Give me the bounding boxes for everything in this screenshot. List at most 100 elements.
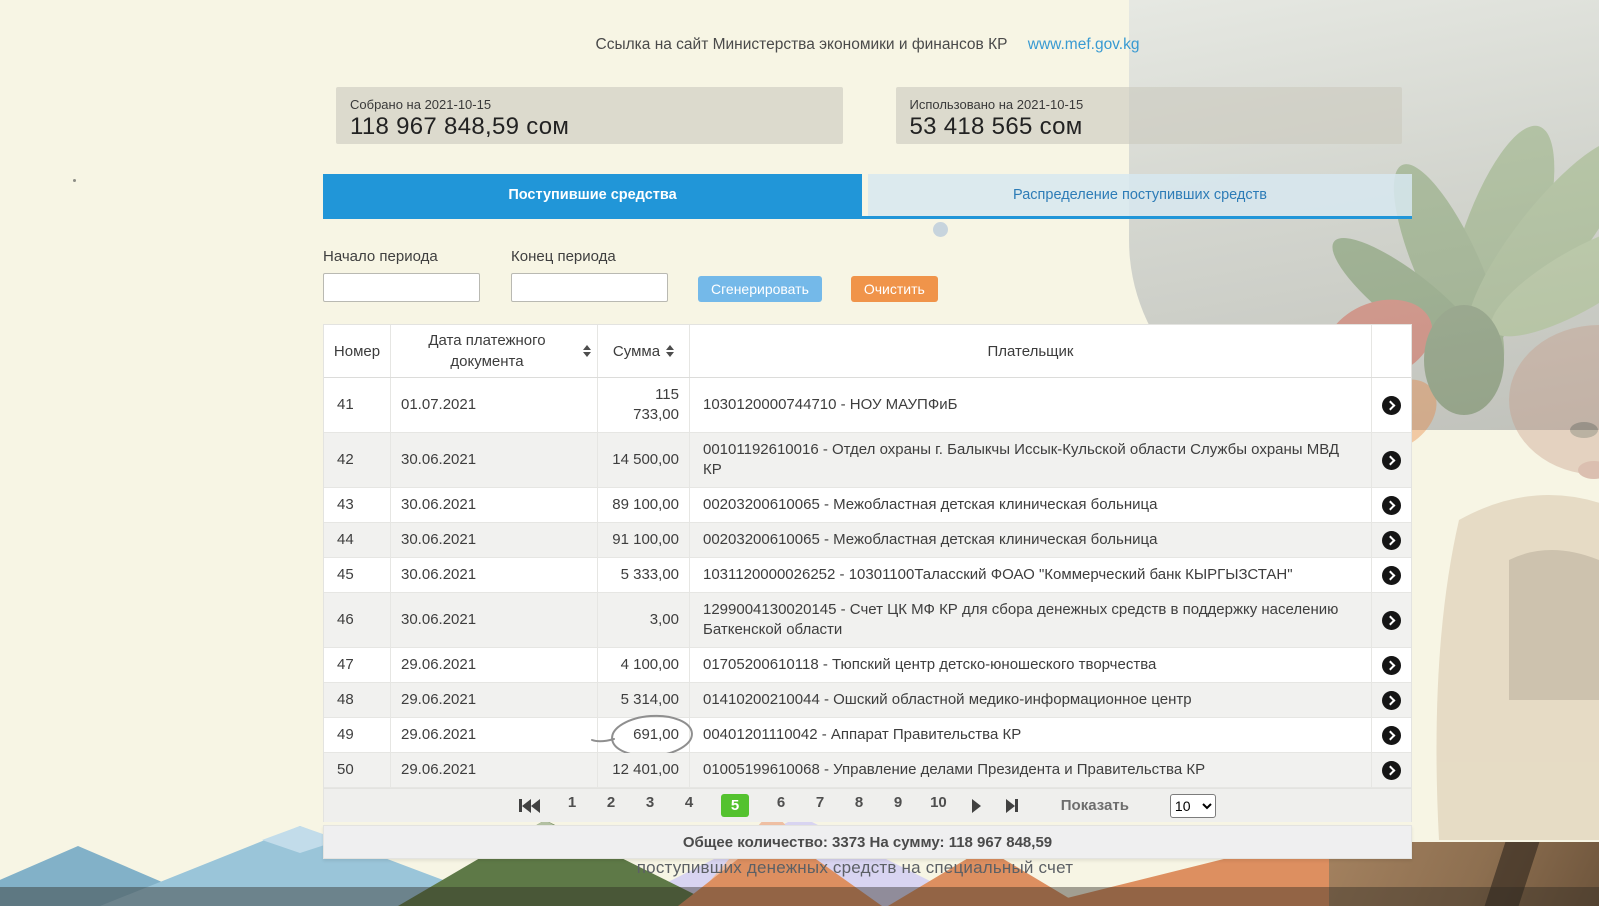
filter-row: Начало периода Конец периода Сгенерирова… — [323, 248, 1412, 302]
row-detail-arrow-button[interactable] — [1382, 726, 1401, 745]
row-payer-cell: 00203200610065 - Межобластная детская кл… — [690, 523, 1372, 557]
row-number-cell: 44 — [324, 523, 391, 557]
period-end-label: Конец периода — [511, 248, 668, 265]
row-action-cell — [1372, 558, 1411, 592]
table-row: 42 30.06.2021 14 500,00 00101192610016 -… — [324, 433, 1411, 488]
row-detail-arrow-button[interactable] — [1382, 396, 1401, 415]
ministry-link[interactable]: www.mef.gov.kg — [1028, 36, 1140, 53]
row-date-cell: 29.06.2021 — [391, 718, 598, 752]
table-row: 49 29.06.2021 691,00 00401201110042 - Ап… — [324, 718, 1411, 753]
used-label: Использовано на 2021-10-15 — [910, 97, 1389, 112]
row-date-cell: 30.06.2021 — [391, 593, 598, 647]
footer-band-text: поступивших денежных средств на специаль… — [0, 858, 1599, 878]
main-content: Ссылка на сайт Министерства экономики и … — [323, 0, 1412, 859]
page-number-2[interactable]: 2 — [604, 794, 618, 817]
clear-button[interactable]: Очистить — [851, 276, 938, 302]
last-page-icon[interactable] — [1006, 799, 1018, 813]
row-date-cell: 30.06.2021 — [391, 488, 598, 522]
page-number-7[interactable]: 7 — [813, 794, 827, 817]
header-actions — [1372, 325, 1411, 377]
header-amount[interactable]: Сумма — [598, 325, 690, 377]
row-detail-arrow-button[interactable] — [1382, 496, 1401, 515]
row-action-cell — [1372, 488, 1411, 522]
table-row: 48 29.06.2021 5 314,00 01410200210044 - … — [324, 683, 1411, 718]
page-root: поступивших денежных средств на специаль… — [0, 0, 1599, 906]
footer-dark-strip — [0, 887, 1599, 906]
ministry-link-label: Ссылка на сайт Министерства экономики и … — [596, 36, 1008, 53]
row-action-cell — [1372, 683, 1411, 717]
row-date-cell: 30.06.2021 — [391, 558, 598, 592]
table-header: Номер Дата платежного документа Сумма Пл… — [324, 325, 1411, 378]
period-start-label: Начало периода — [323, 248, 480, 265]
row-payer-cell: 01705200610118 - Тюпский центр детско-юн… — [690, 648, 1372, 682]
generate-button[interactable]: Сгенерировать — [698, 276, 822, 302]
row-detail-arrow-button[interactable] — [1382, 691, 1401, 710]
stat-cards: Собрано на 2021-10-15 118 967 848,59 сом… — [336, 87, 1402, 144]
row-payer-cell: 00203200610065 - Межобластная детская кл… — [690, 488, 1372, 522]
row-payer-cell: 1299004130020145 - Счет ЦК МФ КР для сбо… — [690, 593, 1372, 647]
row-number-cell: 48 — [324, 683, 391, 717]
row-date-cell: 29.06.2021 — [391, 683, 598, 717]
page-number-10[interactable]: 10 — [930, 794, 947, 817]
page-number-9[interactable]: 9 — [891, 794, 905, 817]
row-detail-arrow-button[interactable] — [1382, 531, 1401, 550]
row-amount-cell: 14 500,00 — [598, 433, 690, 487]
row-action-cell — [1372, 378, 1411, 432]
page-size-select[interactable]: 10 — [1170, 794, 1216, 818]
table-body: 41 01.07.2021 115 733,00 103012000074471… — [324, 378, 1411, 788]
page-number-list: 1 2 3 4 5 6 7 8 9 10 — [565, 794, 947, 817]
row-detail-arrow-button[interactable] — [1382, 451, 1401, 470]
page-number-1[interactable]: 1 — [565, 794, 579, 817]
tab-incoming-funds[interactable]: Поступившие средства — [323, 174, 862, 216]
table-row: 46 30.06.2021 3,00 1299004130020145 - Сч… — [324, 593, 1411, 648]
row-amount-cell: 12 401,00 — [598, 753, 690, 787]
row-action-cell — [1372, 433, 1411, 487]
table-row: 43 30.06.2021 89 100,00 00203200610065 -… — [324, 488, 1411, 523]
table-row: 45 30.06.2021 5 333,00 1031120000026252 … — [324, 558, 1411, 593]
show-label: Показать — [1061, 797, 1129, 814]
table-row: 41 01.07.2021 115 733,00 103012000074471… — [324, 378, 1411, 433]
row-number-cell: 42 — [324, 433, 391, 487]
totals-bar: Общее количество: 3373 На сумму: 118 967… — [323, 825, 1412, 859]
row-action-cell — [1372, 718, 1411, 752]
row-amount-cell: 4 100,00 — [598, 648, 690, 682]
table-row: 47 29.06.2021 4 100,00 01705200610118 - … — [324, 648, 1411, 683]
header-date[interactable]: Дата платежного документа — [391, 325, 598, 377]
first-page-icon[interactable] — [519, 799, 540, 813]
row-amount-cell: 3,00 — [598, 593, 690, 647]
period-end-input[interactable] — [511, 273, 668, 302]
row-date-cell: 01.07.2021 — [391, 378, 598, 432]
page-number-4[interactable]: 4 — [682, 794, 696, 817]
row-amount-cell: 5 333,00 — [598, 558, 690, 592]
period-end-group: Конец периода — [511, 248, 668, 302]
row-number-cell: 41 — [324, 378, 391, 432]
row-detail-arrow-button[interactable] — [1382, 656, 1401, 675]
row-number-cell: 49 — [324, 718, 391, 752]
page-number-5[interactable]: 5 — [721, 794, 749, 817]
page-number-6[interactable]: 6 — [774, 794, 788, 817]
pagination-bar: 1 2 3 4 5 6 7 8 9 10 Показать 10 — [323, 788, 1412, 822]
period-start-input[interactable] — [323, 273, 480, 302]
row-detail-arrow-button[interactable] — [1382, 761, 1401, 780]
table-row: 44 30.06.2021 91 100,00 00203200610065 -… — [324, 523, 1411, 558]
row-amount-cell: 115 733,00 — [598, 378, 690, 432]
row-amount-cell: 89 100,00 — [598, 488, 690, 522]
page-number-3[interactable]: 3 — [643, 794, 657, 817]
table-row: 50 29.06.2021 12 401,00 01005199610068 -… — [324, 753, 1411, 788]
row-date-cell: 29.06.2021 — [391, 753, 598, 787]
row-action-cell — [1372, 753, 1411, 787]
page-number-8[interactable]: 8 — [852, 794, 866, 817]
row-number-cell: 50 — [324, 753, 391, 787]
row-detail-arrow-button[interactable] — [1382, 566, 1401, 585]
row-payer-cell: 00101192610016 - Отдел охраны г. Балыкчы… — [690, 433, 1372, 487]
decorative-speck — [73, 179, 76, 182]
row-detail-arrow-button[interactable] — [1382, 611, 1401, 630]
tab-distribution[interactable]: Распределение поступивших средств — [868, 174, 1412, 216]
period-start-group: Начало периода — [323, 248, 480, 302]
next-page-icon[interactable] — [972, 799, 981, 813]
header-number: Номер — [324, 325, 391, 377]
row-amount-cell: 691,00 — [598, 718, 690, 752]
row-payer-cell: 01005199610068 - Управление делами Прези… — [690, 753, 1372, 787]
row-date-cell: 30.06.2021 — [391, 433, 598, 487]
row-payer-cell: 01410200210044 - Ошский областной медико… — [690, 683, 1372, 717]
